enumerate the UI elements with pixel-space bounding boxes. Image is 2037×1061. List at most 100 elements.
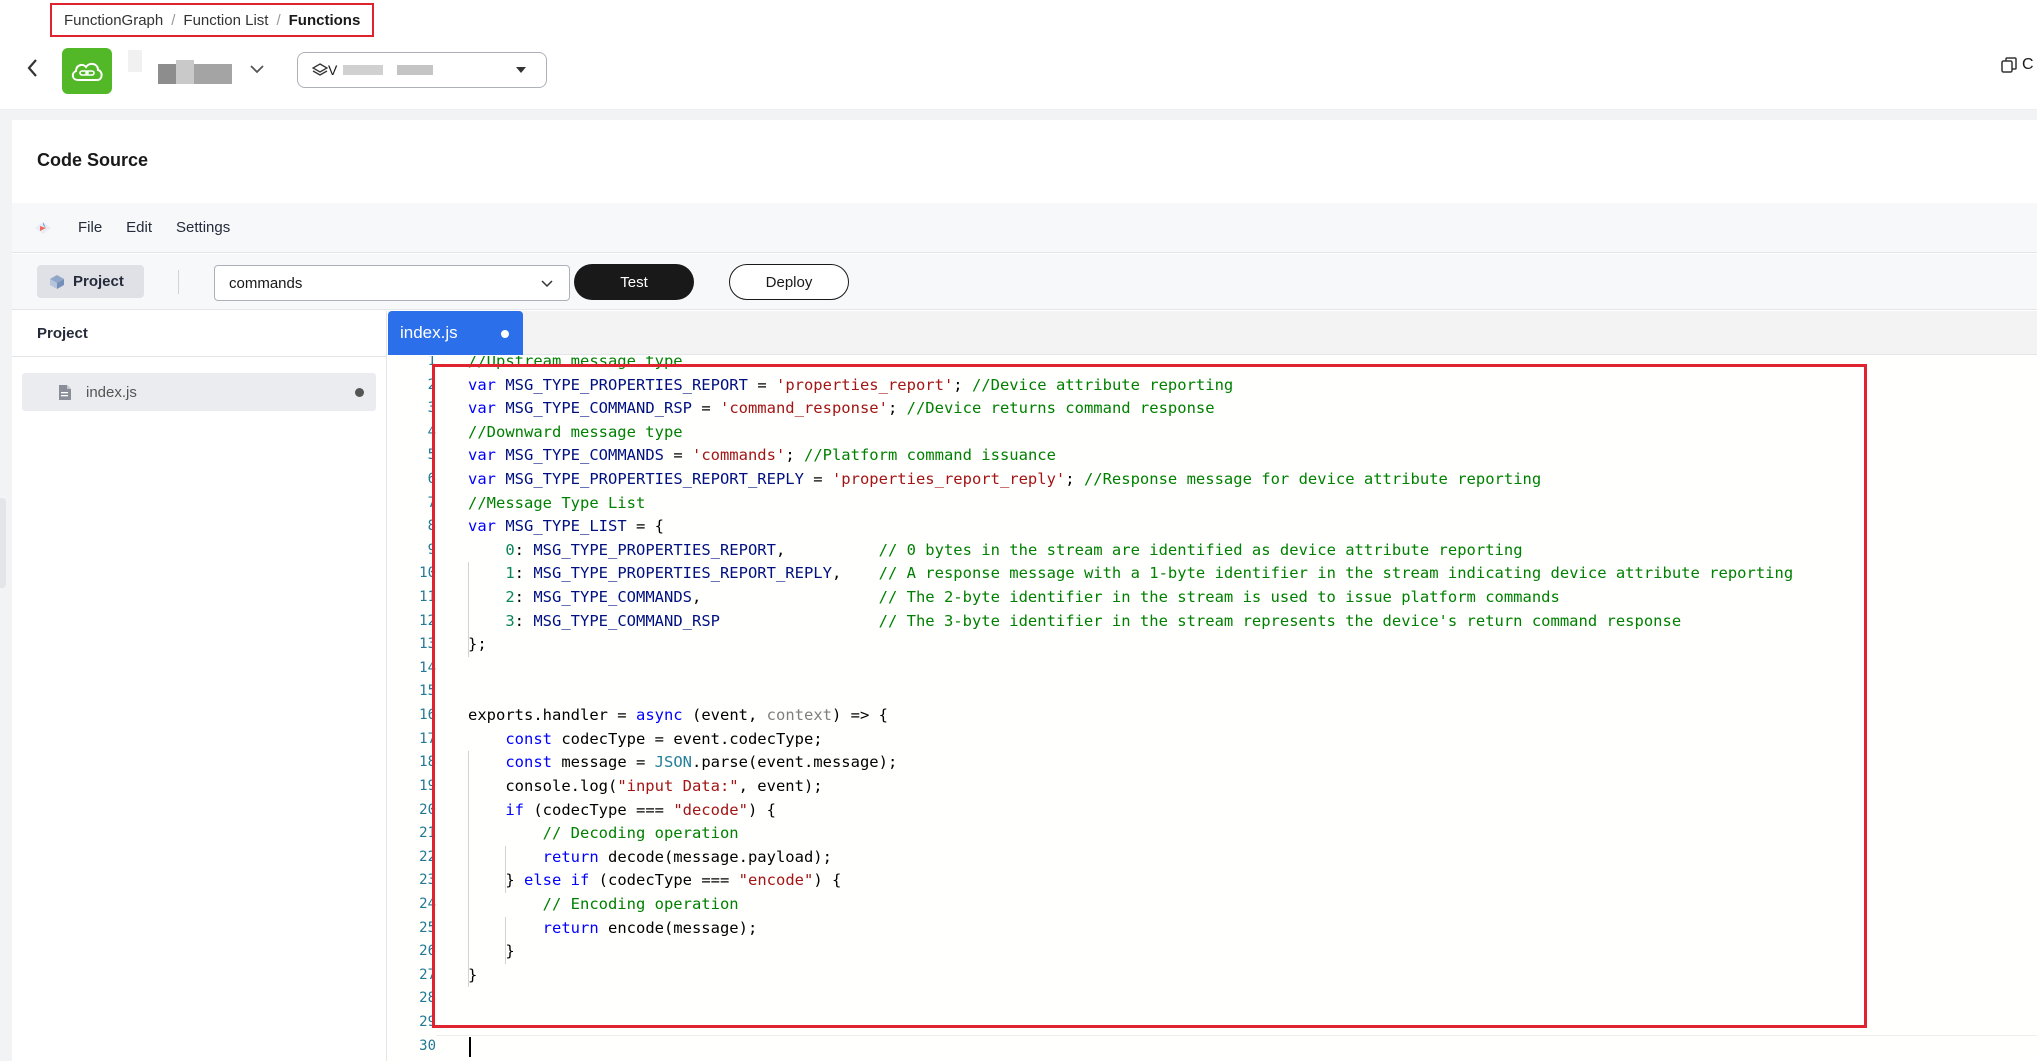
code-line[interactable]: 4 //Downward message type [388,421,2037,445]
code-text: 2: MSG_TYPE_COMMANDS, // The 2-byte iden… [505,588,1560,607]
line-number: 5 [427,447,436,464]
project-toggle-label: Project [73,273,124,290]
line-number: 7 [427,494,436,511]
breadcrumb: FunctionGraph / Function List / Function… [50,3,375,37]
project-sidebar: Project index.js [12,311,387,1061]
line-number: 15 [419,683,436,700]
breadcrumb-item-current: Functions [288,11,361,29]
tab-index-js[interactable]: index.js [388,311,523,355]
code-line[interactable]: 27} [388,964,2037,988]
code-line[interactable]: 21 // Decoding operation [388,822,2037,846]
code-line[interactable]: 6 var MSG_TYPE_PROPERTIES_REPORT_REPLY = … [388,468,2037,492]
line-number: 22 [419,848,436,865]
line-number: 1 [427,356,436,369]
code-line[interactable]: 1 //Upstream message type [388,356,2037,374]
code-text: }; [468,635,487,654]
redacted-version [397,65,434,75]
code-text: var MSG_TYPE_PROPERTIES_REPORT = 'proper… [468,375,1234,394]
line-number: 4 [427,423,436,440]
function-switch-dropdown[interactable] [248,60,266,78]
code-line[interactable]: 3 var MSG_TYPE_COMMAND_RSP = 'command_res… [388,397,2037,421]
copy-action[interactable]: C [2000,56,2034,74]
ide-toolbar: Project commands Test Deploy [12,254,2037,310]
code-line[interactable]: 18 const message = JSON.parse(event.mess… [388,751,2037,775]
line-number: 14 [419,659,436,676]
menu-file[interactable]: File [78,219,102,236]
breadcrumb-item-function-list[interactable]: Function List [183,12,268,29]
code-line[interactable]: 7 //Message Type List [388,492,2037,516]
file-tree-item-label: index.js [86,383,137,401]
code-text: var MSG_TYPE_LIST = { [468,517,664,536]
test-button[interactable]: Test [574,264,694,300]
line-number: 11 [419,589,436,606]
code-line[interactable]: 9 0: MSG_TYPE_PROPERTIES_REPORT, // 0 by… [388,539,2037,563]
code-text: var MSG_TYPE_COMMANDS = 'commands'; //Pl… [468,446,1056,465]
code-line[interactable]: 20 if (codecType === "decode") { [388,799,2037,823]
code-line[interactable]: 16 exports.handler = async (event, contex… [388,704,2037,728]
code-line[interactable]: 8 var MSG_TYPE_LIST = { [388,515,2037,539]
function-logo [62,48,112,94]
page-header: FunctionGraph / Function List / Function… [0,0,2037,110]
line-number: 29 [419,1013,436,1030]
line-number: 9 [427,541,436,558]
code-line[interactable]: 29 [388,1011,2037,1035]
line-number: 6 [427,471,436,488]
ide-logo-icon [35,221,51,234]
line-number: 12 [419,612,436,629]
code-line[interactable]: 12 3: MSG_TYPE_COMMAND_RSP // The 3-byte… [388,610,2037,634]
line-number: 27 [419,966,436,983]
line-number: 28 [419,990,436,1007]
code-line[interactable]: 19 console.log("input Data:", event); [388,775,2037,799]
chevron-left-icon [27,59,37,77]
line-number: 25 [419,919,436,936]
indent-guide [505,916,507,964]
unsaved-indicator [355,388,364,397]
line-number: 20 [419,801,436,818]
copy-icon [2001,57,2017,73]
menu-settings[interactable]: Settings [176,219,230,236]
code-text: return decode(message.payload); [542,847,832,866]
line-number: 30 [419,1037,436,1054]
version-select[interactable]: V [297,52,547,88]
code-line[interactable]: 22 return decode(message.payload); [388,846,2037,870]
code-text: console.log("input Data:", event); [468,776,823,795]
deploy-button[interactable]: Deploy [729,264,849,300]
code-line[interactable]: 26 } [388,940,2037,964]
code-text: const message = JSON.parse(event.message… [505,753,898,772]
line-number: 26 [419,943,436,960]
current-line-highlight [436,1034,2037,1036]
code-text: //Message Type List [468,493,646,512]
line-number: 3 [427,400,436,417]
code-text: 0: MSG_TYPE_PROPERTIES_REPORT, // 0 byte… [505,540,1523,559]
code-line[interactable]: 25 return encode(message); [388,917,2037,941]
code-area[interactable]: 1 //Upstream message type 2 var MSG_TYPE_PR… [388,356,2037,1061]
code-line[interactable]: 28 [388,987,2037,1011]
code-line[interactable]: 17 const codecType = event.codecType; [388,728,2037,752]
code-line[interactable]: 23 } else if (codecType === "encode") { [388,869,2037,893]
code-line[interactable]: 24 // Encoding operation [388,893,2037,917]
collapse-handle[interactable] [0,498,6,588]
code-line[interactable]: 10 1: MSG_TYPE_PROPERTIES_REPORT_REPLY, … [388,562,2037,586]
toolbar-divider [178,270,179,294]
test-event-select[interactable]: commands [214,265,570,301]
code-line[interactable]: 5 var MSG_TYPE_COMMANDS = 'commands'; //P… [388,444,2037,468]
code-line[interactable]: 13}; [388,633,2037,657]
file-icon [59,384,71,400]
code-line[interactable]: 14 [388,657,2037,681]
line-number: 19 [419,777,436,794]
line-number: 17 [419,730,436,747]
code-editor: index.js 1 //Upstream message type 2 var MS… [388,311,2037,1061]
line-number: 18 [419,754,436,771]
code-line[interactable]: 11 2: MSG_TYPE_COMMANDS, // The 2-byte i… [388,586,2037,610]
code-line[interactable]: 15 [388,680,2037,704]
file-tree-item-index-js[interactable]: index.js [22,373,376,411]
line-number: 13 [419,636,436,653]
code-line[interactable]: 30 [388,1035,2037,1059]
project-toggle-button[interactable]: Project [37,265,144,298]
breadcrumb-item-functiongraph[interactable]: FunctionGraph [64,12,163,29]
menu-edit[interactable]: Edit [126,219,152,236]
code-line[interactable]: 2 var MSG_TYPE_PROPERTIES_REPORT = 'prope… [388,374,2037,398]
indent-guide [468,562,469,657]
back-button[interactable] [24,56,42,80]
line-number: 8 [427,518,436,535]
